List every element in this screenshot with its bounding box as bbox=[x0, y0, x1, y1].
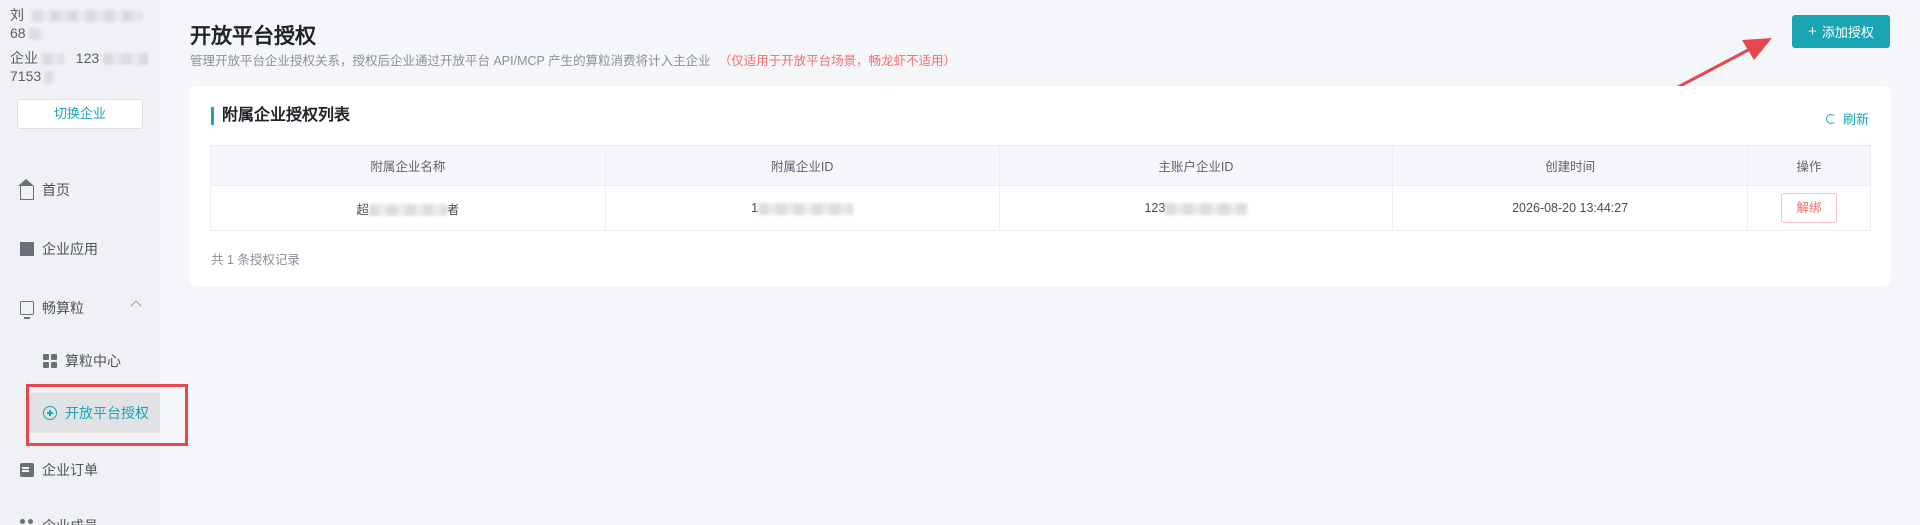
masked-text bbox=[29, 28, 44, 41]
column-header: 主账户企业ID bbox=[998, 145, 1394, 186]
masked-text bbox=[758, 202, 854, 215]
user-name: 刘 bbox=[10, 7, 24, 23]
account-info: 刘 68 企业 123 7153 bbox=[0, 0, 160, 85]
user-name-line: 刘 bbox=[10, 6, 148, 24]
chevron-up-icon bbox=[130, 300, 142, 312]
nav-enterprise-orders[interactable]: 企业订单 bbox=[0, 450, 160, 490]
nav-enterprise-members[interactable]: 企业成员 bbox=[0, 506, 160, 525]
name-prefix: 超 bbox=[356, 202, 369, 217]
cell-sub-enterprise-name: 超者 bbox=[210, 185, 606, 231]
nav-label: 企业应用 bbox=[42, 241, 98, 257]
add-authorization-button[interactable]: + 添加授权 bbox=[1792, 15, 1890, 48]
warning-text: （仅适用于开放平台场景，畅龙虾不适用） bbox=[718, 54, 957, 68]
members-icon bbox=[20, 519, 34, 525]
page-description: 管理开放平台企业授权关系，授权后企业通过开放平台 API/MCP 产生的算粒消费… bbox=[190, 50, 956, 69]
nav-label: 首页 bbox=[42, 182, 70, 198]
home-icon bbox=[18, 179, 34, 200]
card-title: 附属企业授权列表 bbox=[211, 107, 350, 125]
cell-sub-enterprise-id: 1 bbox=[604, 185, 1000, 231]
nav-label: 算粒中心 bbox=[65, 353, 121, 369]
building-icon bbox=[20, 242, 34, 256]
masked-text bbox=[1165, 202, 1248, 215]
add-button-label: 添加授权 bbox=[1821, 25, 1874, 40]
unbind-button[interactable]: 解绑 bbox=[1781, 193, 1837, 223]
sidebar: 刘 68 企业 123 7153 切换企业 首页 企业应用 畅算粒 算粒中心 开… bbox=[0, 0, 160, 525]
authorization-table: 附属企业名称 附属企业ID 主账户企业ID 创建时间 操作 超者 1 123 2… bbox=[210, 145, 1871, 231]
nav-label: 开放平台授权 bbox=[65, 405, 149, 421]
refresh-label: 刷新 bbox=[1842, 112, 1869, 127]
enterprise-label: 企业 bbox=[10, 50, 38, 66]
page-title: 开放平台授权 bbox=[190, 25, 316, 48]
name-suffix: 者 bbox=[446, 202, 460, 217]
table-header-row: 附属企业名称 附属企业ID 主账户企业ID 创建时间 操作 bbox=[210, 145, 1871, 186]
plus-circle-icon bbox=[43, 406, 57, 420]
refresh-button[interactable]: 刷新 bbox=[1825, 109, 1869, 128]
user-id-line: 68 bbox=[10, 24, 148, 42]
nav-compute-group[interactable]: 畅算粒 bbox=[0, 288, 160, 328]
authorization-list-card: 附属企业授权列表 刷新 附属企业名称 附属企业ID 主账户企业ID 创建时间 操… bbox=[190, 86, 1890, 286]
enterprise-id-tail: 7153 bbox=[10, 68, 42, 84]
nav-enterprise-apps[interactable]: 企业应用 bbox=[0, 229, 160, 269]
cell-action: 解绑 bbox=[1747, 185, 1871, 231]
order-icon bbox=[20, 463, 34, 477]
total-count: 共 1 条授权记录 bbox=[211, 253, 300, 267]
user-id: 68 bbox=[10, 25, 26, 41]
column-header: 附属企业名称 bbox=[210, 145, 606, 186]
nav-label: 畅算粒 bbox=[42, 300, 84, 316]
switch-enterprise-button[interactable]: 切换企业 bbox=[17, 99, 143, 129]
id-prefix: 123 bbox=[1144, 201, 1166, 215]
cell-created-at: 2026-08-20 13:44:27 bbox=[1392, 185, 1749, 231]
nav-label: 企业成员 bbox=[42, 516, 98, 525]
table-row: 超者 1 123 2026-08-20 13:44:27 解绑 bbox=[210, 185, 1871, 231]
nav-home[interactable]: 首页 bbox=[0, 170, 160, 210]
cell-main-enterprise-id: 123 bbox=[998, 185, 1394, 231]
masked-text bbox=[41, 53, 64, 66]
masked-text bbox=[45, 71, 54, 84]
plus-icon: + bbox=[1808, 23, 1817, 40]
enterprise-id-line: 7153 bbox=[10, 67, 148, 85]
masked-text bbox=[31, 10, 142, 23]
column-header: 附属企业ID bbox=[604, 145, 1000, 186]
nav-compute-center[interactable]: 算粒中心 bbox=[0, 341, 160, 381]
nav-label: 企业订单 bbox=[42, 462, 98, 478]
grid-icon bbox=[43, 354, 57, 368]
app-root: 刘 68 企业 123 7153 切换企业 首页 企业应用 畅算粒 算粒中心 开… bbox=[0, 0, 1920, 525]
refresh-icon bbox=[1825, 113, 1836, 124]
masked-text bbox=[103, 53, 148, 66]
nav-open-platform-auth[interactable]: 开放平台授权 bbox=[27, 393, 160, 433]
column-header: 创建时间 bbox=[1392, 145, 1749, 186]
masked-text bbox=[368, 204, 447, 217]
column-header: 操作 bbox=[1747, 145, 1871, 186]
id-prefix: 1 bbox=[751, 201, 759, 215]
description-text: 管理开放平台企业授权关系，授权后企业通过开放平台 API/MCP 产生的算粒消费… bbox=[190, 54, 711, 68]
enterprise-line: 企业 123 bbox=[10, 49, 148, 67]
enterprise-id: 123 bbox=[75, 50, 100, 66]
monitor-icon bbox=[20, 301, 34, 319]
